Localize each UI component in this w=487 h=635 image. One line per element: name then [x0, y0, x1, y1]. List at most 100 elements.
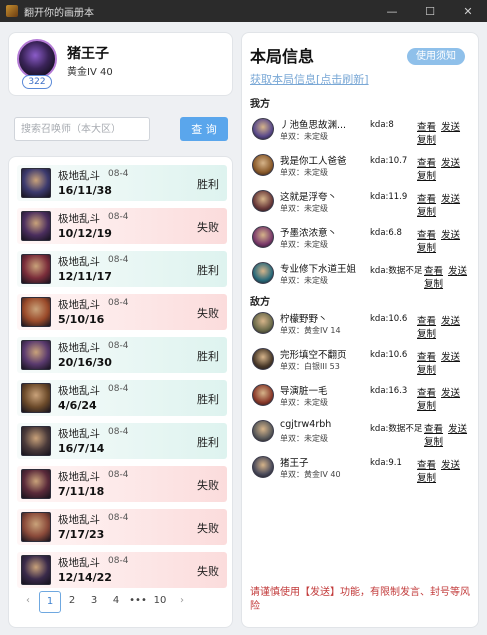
page-ellipsis[interactable]: •••: [127, 591, 149, 613]
match-item[interactable]: 极地乱斗 08-4 16/7/14 胜利: [17, 423, 227, 459]
player-name: 专业修下水道王姐: [280, 264, 357, 275]
match-item[interactable]: 极地乱斗 08-4 12/14/22 失败: [17, 552, 227, 588]
match-kda: 10/12/19: [58, 227, 112, 240]
player-kda: kda:数据不足: [370, 266, 423, 276]
match-mode: 极地乱斗: [58, 471, 100, 483]
player-rank: 单双：白银III 53: [280, 362, 340, 371]
match-result: 失败: [197, 565, 219, 578]
title-bar: 翻开你的画册本 — ☐ ✕: [0, 0, 487, 22]
match-item[interactable]: 极地乱斗 08-4 7/11/18 失败: [17, 466, 227, 502]
copy-button[interactable]: 复制: [417, 470, 436, 484]
fetch-game-info-link[interactable]: 获取本局信息[点击刷新]: [250, 71, 369, 87]
send-button[interactable]: 发送: [448, 263, 467, 277]
maximize-button[interactable]: ☐: [411, 0, 449, 22]
player-avatar: [252, 118, 274, 140]
minimize-button[interactable]: —: [373, 0, 411, 22]
match-kda: 12/14/22: [58, 571, 112, 584]
page-button[interactable]: 10: [149, 591, 171, 613]
player-avatar: [252, 384, 274, 406]
match-item[interactable]: 极地乱斗 08-4 10/12/19 失败: [17, 208, 227, 244]
player-rank: 单双：未定级: [280, 132, 328, 141]
view-button[interactable]: 查看: [424, 421, 443, 435]
view-button[interactable]: 查看: [417, 349, 436, 363]
player-row: 予墨浓浓意丶 单双：未定级 kda:6.8 查看 发送 复制: [250, 223, 476, 254]
match-mode: 极地乱斗: [58, 428, 100, 440]
champion-icon: [21, 297, 51, 327]
copy-button[interactable]: 复制: [417, 204, 436, 218]
match-result: 胜利: [197, 436, 219, 449]
player-rank: 单双：未定级: [280, 168, 328, 177]
match-list: 极地乱斗 08-4 16/11/38 胜利 极地乱斗 08-4 10/12/19 失败 极地乱斗…: [17, 165, 227, 595]
send-button[interactable]: 发送: [441, 349, 460, 363]
match-item[interactable]: 极地乱斗 08-4 4/6/24 胜利: [17, 380, 227, 416]
player-avatar: [252, 190, 274, 212]
usage-notice-button[interactable]: 使用须知: [407, 48, 465, 65]
match-item[interactable]: 极地乱斗 08-4 5/10/16 失败: [17, 294, 227, 330]
player-row: 导演脏一毛 单双：未定级 kda:16.3 查看 发送 复制: [250, 381, 476, 412]
view-button[interactable]: 查看: [417, 191, 436, 205]
copy-button[interactable]: 复制: [417, 168, 436, 182]
player-name: 完形填空不翻页: [280, 350, 347, 361]
page-button[interactable]: 3: [83, 591, 105, 613]
view-button[interactable]: 查看: [417, 385, 436, 399]
player-kda: kda:6.8: [370, 228, 402, 238]
match-result: 失败: [197, 522, 219, 535]
copy-button[interactable]: 复制: [417, 132, 436, 146]
copy-button[interactable]: 复制: [417, 240, 436, 254]
copy-button[interactable]: 复制: [424, 434, 443, 448]
player-rank: 单双：黄金IV 14: [280, 326, 341, 335]
match-mode: 极地乱斗: [58, 256, 100, 268]
champion-icon: [21, 383, 51, 413]
copy-button[interactable]: 复制: [417, 326, 436, 340]
player-row: 我是你工人爸爸 单双：未定级 kda:10.7 查看 发送 复制: [250, 151, 476, 182]
send-button[interactable]: 发送: [448, 421, 467, 435]
player-row: cgjtrw4rbh 单双：未定级 kda:数据不足 查看 发送 复制: [250, 417, 476, 448]
prev-page-button[interactable]: ‹: [17, 591, 39, 613]
player-kda: kda:16.3: [370, 386, 408, 396]
match-item[interactable]: 极地乱斗 08-4 20/16/30 胜利: [17, 337, 227, 373]
game-info-panel: 本局信息 使用须知 获取本局信息[点击刷新] 我方 敌方 请谨慎使用【发送】功能…: [241, 32, 479, 628]
avatar[interactable]: [17, 39, 57, 79]
page-button[interactable]: 2: [61, 591, 83, 613]
player-name: 柠檬野野丶: [280, 314, 328, 325]
search-button[interactable]: 查 询: [180, 117, 228, 141]
player-row: 专业修下水道王姐 单双：未定级 kda:数据不足 查看 发送 复制: [250, 259, 476, 290]
player-kda: kda:11.9: [370, 192, 408, 202]
next-page-button[interactable]: ›: [171, 591, 193, 613]
copy-button[interactable]: 复制: [417, 398, 436, 412]
player-kda: kda:10.6: [370, 314, 408, 324]
send-button[interactable]: 发送: [441, 457, 460, 471]
search-input[interactable]: [14, 117, 150, 141]
level-badge: 322: [22, 75, 52, 89]
player-avatar: [252, 420, 274, 442]
player-name: 这就是浮夸丶: [280, 192, 338, 203]
view-button[interactable]: 查看: [417, 313, 436, 327]
page-button[interactable]: 4: [105, 591, 127, 613]
match-kda: 20/16/30: [58, 356, 112, 369]
match-item[interactable]: 极地乱斗 08-4 12/11/17 胜利: [17, 251, 227, 287]
champion-icon: [21, 254, 51, 284]
close-button[interactable]: ✕: [449, 0, 487, 22]
match-item[interactable]: 极地乱斗 08-4 16/11/38 胜利: [17, 165, 227, 201]
view-button[interactable]: 查看: [417, 155, 436, 169]
champion-icon: [21, 211, 51, 241]
view-button[interactable]: 查看: [424, 263, 443, 277]
copy-button[interactable]: 复制: [424, 276, 443, 290]
copy-button[interactable]: 复制: [417, 362, 436, 376]
view-button[interactable]: 查看: [417, 227, 436, 241]
send-button[interactable]: 发送: [441, 313, 460, 327]
app-icon: [6, 5, 18, 17]
send-button[interactable]: 发送: [441, 191, 460, 205]
send-button[interactable]: 发送: [441, 227, 460, 241]
send-button[interactable]: 发送: [441, 155, 460, 169]
view-button[interactable]: 查看: [417, 119, 436, 133]
view-button[interactable]: 查看: [417, 457, 436, 471]
send-warning-text: 请谨慎使用【发送】功能，有限制发言、封号等风险: [250, 587, 470, 612]
send-button[interactable]: 发送: [441, 385, 460, 399]
player-name: 予墨浓浓意丶: [280, 228, 338, 239]
send-button[interactable]: 发送: [441, 119, 460, 133]
player-name: cgjtrw4rbh: [280, 419, 332, 430]
player-name: 丿池鱼思故渊...: [280, 120, 347, 131]
match-item[interactable]: 极地乱斗 08-4 7/17/23 失败: [17, 509, 227, 545]
page-button[interactable]: 1: [39, 591, 61, 613]
